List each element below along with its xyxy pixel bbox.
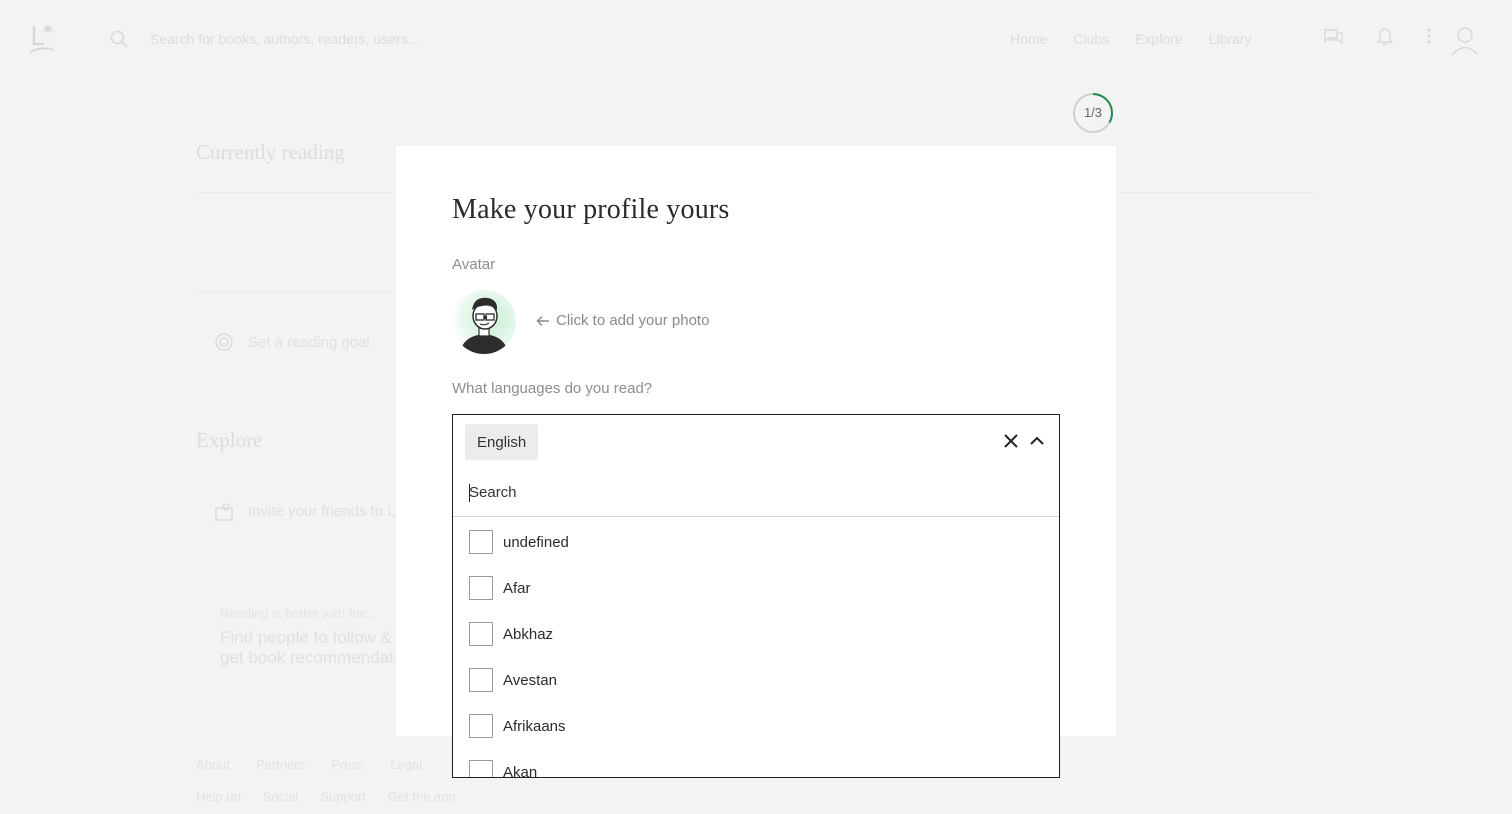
nav-clubs[interactable]: Clubs <box>1073 31 1109 47</box>
currently-reading-heading: Currently reading <box>196 140 345 164</box>
global-search-input[interactable]: Search for books, authors, readers, user… <box>150 31 419 47</box>
option-label: Afar <box>503 579 531 597</box>
option-checkbox[interactable] <box>469 530 493 554</box>
invite-friends-link[interactable]: Invite your friends to L... <box>248 503 408 520</box>
language-search-input[interactable] <box>453 468 1059 517</box>
languages-label: What languages do you read? <box>452 380 653 397</box>
messages-icon[interactable] <box>1322 26 1344 46</box>
option-checkbox[interactable] <box>469 714 493 738</box>
nav-library[interactable]: Library <box>1209 31 1252 47</box>
divider <box>1116 192 1316 193</box>
modal-title: Make your profile yours <box>452 194 730 225</box>
search-icon[interactable] <box>110 30 128 48</box>
footer-press[interactable]: Press <box>331 757 364 772</box>
language-option[interactable]: Abkhaz <box>453 611 1059 657</box>
footer-menus: Help up Social Support Get the app <box>196 789 456 804</box>
divider <box>196 292 396 293</box>
footer-about[interactable]: About <box>196 757 230 772</box>
option-checkbox[interactable] <box>469 760 493 777</box>
arrow-left-icon <box>536 315 549 326</box>
step-counter: 1/3 <box>1083 105 1103 120</box>
top-icons <box>1322 26 1432 46</box>
option-checkbox[interactable] <box>469 576 493 600</box>
selected-language-chip[interactable]: English <box>465 424 539 460</box>
option-label: Abkhaz <box>503 625 554 643</box>
footer-support[interactable]: Support <box>320 789 366 804</box>
avatar-label: Avatar <box>452 256 496 273</box>
language-option[interactable]: undefined <box>453 519 1059 565</box>
footer-links: About Partners Press Legal <box>196 757 422 772</box>
language-option[interactable]: Akan <box>453 749 1059 778</box>
divider <box>196 192 396 193</box>
reading-goal-link[interactable]: Set a reading goal <box>248 334 370 351</box>
add-photo-hint[interactable]: Click to add your photo <box>536 312 709 329</box>
main-nav: Home Clubs Explore Library <box>1010 31 1251 47</box>
bell-icon[interactable] <box>1376 26 1394 46</box>
literal-logo-icon[interactable] <box>28 22 58 56</box>
footer-partners[interactable]: Partners <box>256 757 305 772</box>
nav-explore[interactable]: Explore <box>1135 31 1182 47</box>
nav-home[interactable]: Home <box>1010 31 1047 47</box>
explore-heading: Explore <box>196 428 263 452</box>
find-people-line-1: Find people to follow & <box>220 628 392 647</box>
chevron-up-icon[interactable] <box>1027 431 1047 451</box>
close-icon[interactable] <box>1001 431 1021 451</box>
top-navigation: Search for books, authors, readers, user… <box>0 0 1512 80</box>
find-people-line-2: get book recommendat... <box>220 648 409 667</box>
footer-get-app[interactable]: Get the app <box>388 789 456 804</box>
option-checkbox[interactable] <box>469 668 493 692</box>
language-option[interactable]: Afrikaans <box>453 703 1059 749</box>
language-option[interactable]: Afar <box>453 565 1059 611</box>
footer-help[interactable]: Help up <box>196 789 241 804</box>
languages-dropdown: undefined Afar Abkhaz Avestan Afrikaans … <box>452 468 1060 778</box>
more-vertical-icon[interactable] <box>1426 26 1432 46</box>
languages-multiselect[interactable]: English <box>452 414 1060 469</box>
target-icon <box>215 333 233 351</box>
text-caret <box>469 484 470 502</box>
footer-legal[interactable]: Legal <box>390 757 422 772</box>
option-checkbox[interactable] <box>469 622 493 646</box>
option-label: Akan <box>503 763 538 778</box>
option-label: Avestan <box>503 671 557 689</box>
invite-icon <box>215 503 233 521</box>
avatar-illustration-icon <box>460 297 508 354</box>
user-avatar-icon[interactable] <box>1450 24 1480 56</box>
reading-better-label: Reading is better with frie... <box>220 606 378 621</box>
add-photo-text: Click to add your photo <box>556 312 710 329</box>
option-label: undefined <box>503 533 569 551</box>
footer-social[interactable]: Social <box>263 789 298 804</box>
avatar-upload-button[interactable] <box>452 290 516 354</box>
option-label: Afrikaans <box>503 717 566 735</box>
language-options-list: undefined Afar Abkhaz Avestan Afrikaans … <box>453 519 1059 778</box>
language-option[interactable]: Avestan <box>453 657 1059 703</box>
